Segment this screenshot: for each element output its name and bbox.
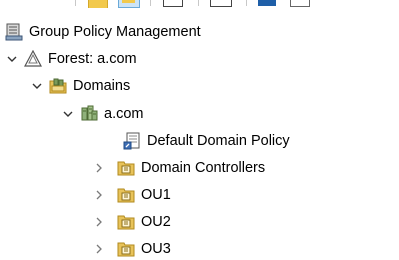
properties-icon[interactable] [163, 0, 183, 7]
tree-item-label: OU3 [141, 241, 171, 257]
tree-item-domain-controllers[interactable]: Domain Controllers [93, 157, 265, 179]
tree-item-label: Forest: a.com [48, 51, 137, 67]
tree-item-label: a.com [104, 106, 144, 122]
forest-icon [24, 50, 42, 68]
tree-item-gpmc-root[interactable]: Group Policy Management [5, 21, 201, 43]
toolbar-separator [75, 0, 76, 6]
chevron-right-icon[interactable] [93, 162, 105, 174]
toolbar-separator [198, 0, 199, 6]
back-arrow-icon[interactable] [6, 0, 20, 6]
tree-item-label: Domain Controllers [141, 160, 266, 176]
help-icon[interactable] [210, 0, 232, 7]
tree-item-default-domain-policy[interactable]: Default Domain Policy [123, 130, 290, 152]
tree-item-ou1[interactable]: OU1 [93, 184, 171, 206]
gpmc-console-icon [5, 23, 23, 41]
chevron-right-icon[interactable] [93, 243, 105, 255]
chevron-right-icon[interactable] [93, 216, 105, 228]
domain-icon [80, 105, 98, 123]
tree-item-label: Domains [73, 78, 131, 94]
gpo-link-icon [123, 132, 141, 150]
tree-item-domain-a-com[interactable]: a.com [62, 103, 144, 125]
folder-up-icon[interactable] [88, 0, 108, 8]
forward-arrow-icon[interactable] [33, 0, 47, 6]
ou-icon [117, 186, 135, 204]
action-pane-icon[interactable] [258, 0, 276, 6]
ou-icon [117, 159, 135, 177]
chevron-down-icon[interactable] [62, 108, 74, 120]
ou-icon [117, 240, 135, 258]
domains-folder-icon [49, 77, 67, 95]
toolbar-separator [150, 0, 151, 6]
tree-item-label: Group Policy Management [29, 24, 201, 40]
tree-item-forest[interactable]: Forest: a.com [6, 48, 137, 70]
tree-item-label: OU2 [141, 214, 171, 230]
toolbar [0, 0, 399, 8]
toolbar-separator [246, 0, 247, 6]
chevron-down-icon[interactable] [6, 53, 18, 65]
tree-item-ou2[interactable]: OU2 [93, 211, 171, 233]
tree-item-domains[interactable]: Domains [31, 75, 130, 97]
show-hide-tree-icon[interactable] [118, 0, 140, 8]
ou-icon [117, 213, 135, 231]
chevron-right-icon[interactable] [93, 189, 105, 201]
tree-item-label: Default Domain Policy [147, 133, 290, 149]
view-icon[interactable] [290, 0, 310, 7]
chevron-down-icon[interactable] [31, 80, 43, 92]
tree-item-label: OU1 [141, 187, 171, 203]
tree-item-ou3[interactable]: OU3 [93, 238, 171, 260]
